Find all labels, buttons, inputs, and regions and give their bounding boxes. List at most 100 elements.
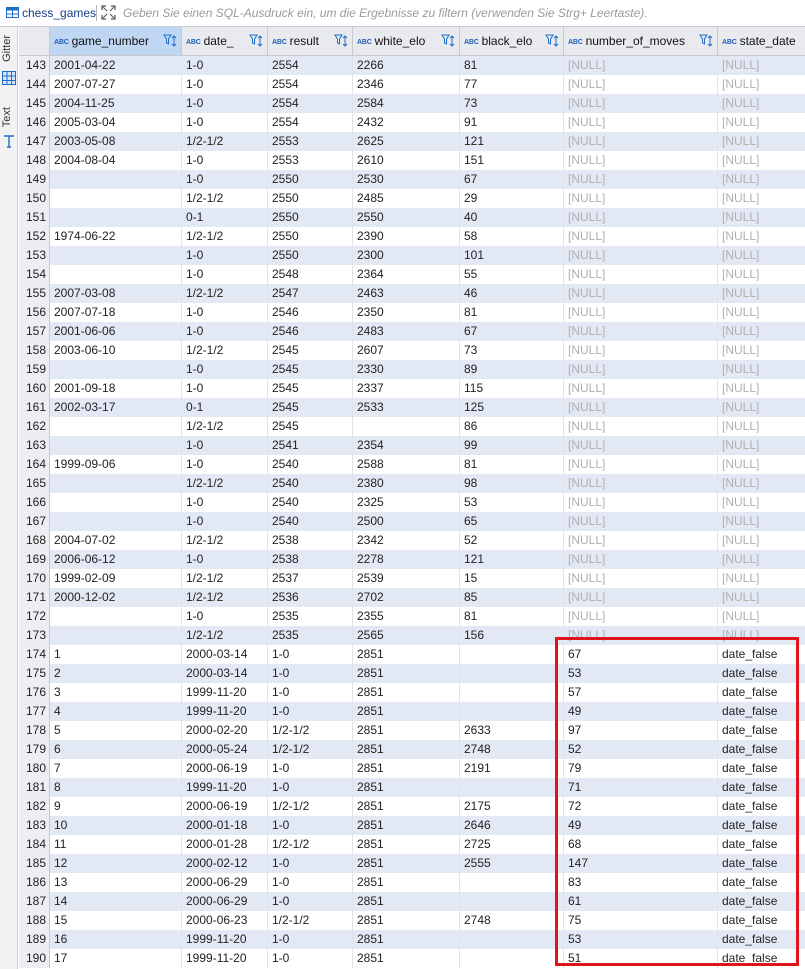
cell-game-number[interactable]: 17 (50, 949, 182, 968)
row-number[interactable]: 167 (19, 512, 50, 531)
cell-number-of-moves[interactable]: [NULL] (564, 94, 718, 113)
table-row[interactable]: 166 1-0 2540 2325 53 [NULL] [NULL] (19, 493, 805, 512)
cell-game-number[interactable] (50, 626, 182, 645)
cell-number-of-moves[interactable]: [NULL] (564, 436, 718, 455)
row-number[interactable]: 143 (19, 56, 50, 75)
cell-result[interactable]: 2535 (268, 626, 353, 645)
cell-black-elo[interactable]: 2748 (460, 740, 564, 759)
table-row[interactable]: 160 2001-09-18 1-0 2545 2337 115 [NULL] [NULL] (19, 379, 805, 398)
cell-date[interactable]: 1-0 (182, 75, 268, 94)
cell-state-date[interactable]: date_false (718, 778, 805, 797)
cell-date[interactable]: 2000-06-23 (182, 911, 268, 930)
cell-result[interactable]: 2538 (268, 531, 353, 550)
cell-black-elo[interactable]: 101 (460, 246, 564, 265)
row-number[interactable]: 150 (19, 189, 50, 208)
cell-game-number[interactable]: 2001-04-22 (50, 56, 182, 75)
cell-black-elo[interactable]: 156 (460, 626, 564, 645)
cell-white-elo[interactable]: 2539 (353, 569, 460, 588)
cell-result[interactable]: 2553 (268, 151, 353, 170)
cell-black-elo[interactable] (460, 892, 564, 911)
cell-game-number[interactable] (50, 170, 182, 189)
cell-number-of-moves[interactable]: 53 (564, 930, 718, 949)
cell-state-date[interactable]: [NULL] (718, 284, 805, 303)
cell-white-elo[interactable]: 2607 (353, 341, 460, 360)
table-row[interactable]: 173 1/2-1/2 2535 2565 156 [NULL] [NULL] (19, 626, 805, 645)
row-number[interactable]: 148 (19, 151, 50, 170)
cell-result[interactable]: 1-0 (268, 816, 353, 835)
filter-sort-icon[interactable] (699, 34, 714, 48)
cell-game-number[interactable]: 2003-06-10 (50, 341, 182, 360)
cell-result[interactable]: 2554 (268, 75, 353, 94)
cell-result[interactable]: 2546 (268, 322, 353, 341)
cell-white-elo[interactable]: 2851 (353, 892, 460, 911)
cell-number-of-moves[interactable]: [NULL] (564, 284, 718, 303)
cell-date[interactable]: 1/2-1/2 (182, 626, 268, 645)
cell-black-elo[interactable] (460, 930, 564, 949)
cell-black-elo[interactable]: 85 (460, 588, 564, 607)
cell-result[interactable]: 2540 (268, 474, 353, 493)
table-row[interactable]: 189 16 1999-11-20 1-0 2851 53 date_false (19, 930, 805, 949)
cell-date[interactable]: 1999-11-20 (182, 702, 268, 721)
cell-number-of-moves[interactable]: [NULL] (564, 569, 718, 588)
cell-date[interactable]: 0-1 (182, 208, 268, 227)
cell-black-elo[interactable]: 65 (460, 512, 564, 531)
table-row[interactable]: 152 1974-06-22 1/2-1/2 2550 2390 58 [NULL] [NUL… (19, 227, 805, 246)
cell-white-elo[interactable]: 2355 (353, 607, 460, 626)
table-row[interactable]: 182 9 2000-06-19 1/2-1/2 2851 2175 72 date_fals… (19, 797, 805, 816)
expand-filter-icon[interactable] (101, 5, 116, 20)
table-row[interactable]: 159 1-0 2545 2330 89 [NULL] [NULL] (19, 360, 805, 379)
cell-white-elo[interactable]: 2330 (353, 360, 460, 379)
row-number[interactable]: 158 (19, 341, 50, 360)
cell-result[interactable]: 2546 (268, 303, 353, 322)
row-number[interactable]: 186 (19, 873, 50, 892)
cell-date[interactable]: 2000-01-28 (182, 835, 268, 854)
cell-white-elo[interactable]: 2342 (353, 531, 460, 550)
table-row[interactable]: 153 1-0 2550 2300 101 [NULL] [NULL] (19, 246, 805, 265)
table-row[interactable]: 147 2003-05-08 1/2-1/2 2553 2625 121 [NULL] [NU… (19, 132, 805, 151)
table-row[interactable]: 164 1999-09-06 1-0 2540 2588 81 [NULL] [NULL] (19, 455, 805, 474)
row-number[interactable]: 179 (19, 740, 50, 759)
cell-state-date[interactable]: [NULL] (718, 607, 805, 626)
cell-white-elo[interactable]: 2851 (353, 835, 460, 854)
cell-state-date[interactable]: [NULL] (718, 56, 805, 75)
cell-number-of-moves[interactable]: 68 (564, 835, 718, 854)
cell-date[interactable]: 1-0 (182, 170, 268, 189)
row-number[interactable]: 156 (19, 303, 50, 322)
cell-white-elo[interactable]: 2610 (353, 151, 460, 170)
cell-game-number[interactable]: 2004-07-02 (50, 531, 182, 550)
cell-result[interactable]: 2536 (268, 588, 353, 607)
cell-game-number[interactable]: 13 (50, 873, 182, 892)
cell-number-of-moves[interactable]: [NULL] (564, 455, 718, 474)
row-number[interactable]: 157 (19, 322, 50, 341)
cell-white-elo[interactable]: 2354 (353, 436, 460, 455)
table-row[interactable]: 158 2003-06-10 1/2-1/2 2545 2607 73 [NULL] [NUL… (19, 341, 805, 360)
row-number[interactable]: 189 (19, 930, 50, 949)
cell-number-of-moves[interactable]: [NULL] (564, 132, 718, 151)
cell-state-date[interactable]: [NULL] (718, 341, 805, 360)
cell-white-elo[interactable]: 2565 (353, 626, 460, 645)
cell-black-elo[interactable]: 73 (460, 94, 564, 113)
cell-game-number[interactable]: 4 (50, 702, 182, 721)
cell-white-elo[interactable]: 2851 (353, 740, 460, 759)
cell-state-date[interactable]: [NULL] (718, 474, 805, 493)
table-row[interactable]: 163 1-0 2541 2354 99 [NULL] [NULL] (19, 436, 805, 455)
cell-date[interactable]: 2000-06-29 (182, 873, 268, 892)
cell-state-date[interactable]: date_false (718, 702, 805, 721)
row-number[interactable]: 154 (19, 265, 50, 284)
cell-black-elo[interactable]: 2646 (460, 816, 564, 835)
table-row[interactable]: 169 2006-06-12 1-0 2538 2278 121 [NULL] [NULL] (19, 550, 805, 569)
cell-number-of-moves[interactable]: 49 (564, 702, 718, 721)
cell-number-of-moves[interactable]: 75 (564, 911, 718, 930)
cell-black-elo[interactable]: 15 (460, 569, 564, 588)
filter-sort-icon[interactable] (545, 34, 560, 48)
cell-state-date[interactable]: date_false (718, 949, 805, 968)
cell-black-elo[interactable]: 58 (460, 227, 564, 246)
filter-sort-icon[interactable] (334, 34, 349, 48)
cell-number-of-moves[interactable]: [NULL] (564, 417, 718, 436)
cell-game-number[interactable]: 2001-09-18 (50, 379, 182, 398)
cell-result[interactable]: 1-0 (268, 664, 353, 683)
table-row[interactable]: 149 1-0 2550 2530 67 [NULL] [NULL] (19, 170, 805, 189)
cell-state-date[interactable]: [NULL] (718, 417, 805, 436)
cell-number-of-moves[interactable]: [NULL] (564, 607, 718, 626)
cell-game-number[interactable]: 6 (50, 740, 182, 759)
